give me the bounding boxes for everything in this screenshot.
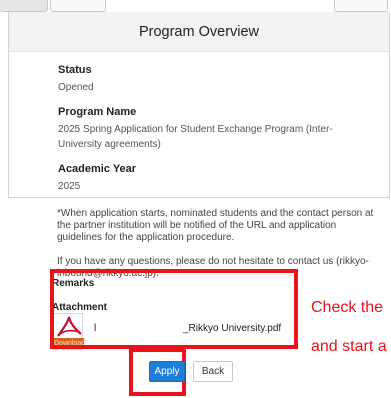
program-overview-panel: Program Overview Status Opened Program N… — [8, 12, 390, 198]
program-name-value: 2025 Spring Application for Student Exch… — [58, 124, 333, 150]
info-paragraph-notice: *When application starts, nominated stud… — [57, 208, 374, 243]
panel-title: Program Overview — [9, 12, 389, 52]
status-field: Status Opened — [58, 63, 389, 95]
program-name-label: Program Name — [58, 106, 137, 118]
annotation-text-line1: Check the — [311, 299, 384, 316]
back-button[interactable]: Back — [193, 361, 233, 382]
status-value: Opened — [58, 82, 94, 93]
academic-year-label: Academic Year — [58, 163, 137, 175]
academic-year-value: 2025 — [58, 181, 81, 192]
annotation-text-line2: and start a — [311, 338, 387, 355]
annotation-box-attachment — [50, 269, 298, 349]
program-name-field: Program Name 2025 Spring Application for… — [58, 105, 389, 152]
overview-fields: Status Opened Program Name 2025 Spring A… — [9, 52, 389, 194]
tab-left[interactable] — [0, 0, 48, 12]
tab-right[interactable] — [334, 0, 388, 12]
academic-year-field: Academic Year 2025 — [58, 162, 389, 194]
tab-second[interactable] — [50, 0, 106, 12]
apply-button[interactable]: Apply — [149, 361, 185, 382]
status-label: Status — [58, 64, 92, 76]
top-tab-strip — [0, 0, 391, 12]
